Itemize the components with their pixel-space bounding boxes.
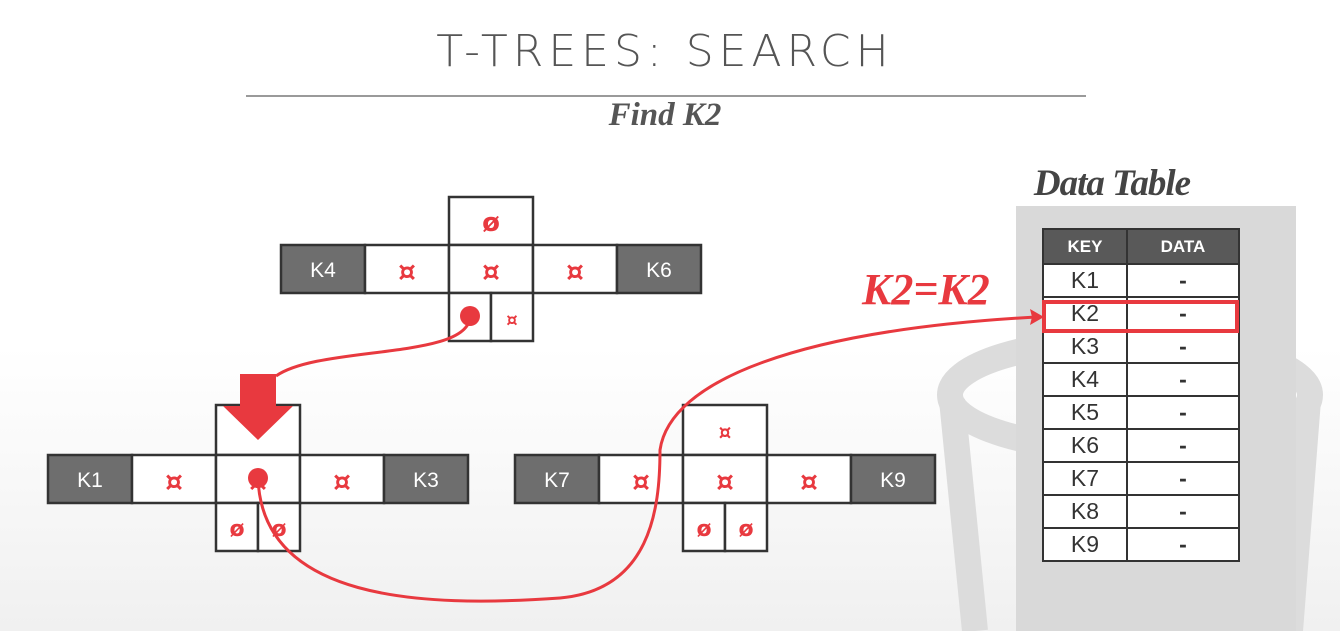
pointer-symbol: ¤ [482,255,500,288]
pointer-symbol: ¤ [165,465,183,498]
pointer-symbol: ¤ [333,465,351,498]
pointer-symbol: ¤ [632,465,650,498]
right-child-right-key: K9 [880,469,906,492]
t-tree-diagram: K4 K6 K1 K3 K7 K9 ø ¤ ¤ ¤ ¤ ¤ ¤ ¤ ø ø ¤ … [46,195,1044,603]
pointer-symbol: ¤ [566,255,584,288]
pointer-dot [248,468,268,488]
pointer-symbol: ¤ [716,465,734,498]
pointer-symbol: ¤ [800,465,818,498]
child-pointer-curve [275,315,472,378]
pointer-symbol: ¤ [398,255,416,288]
left-child-right-key: K3 [413,469,439,492]
right-child-left-key: K7 [544,469,570,492]
pointer-symbol: ¤ [719,420,732,444]
arrow-head-icon [1030,309,1044,325]
root-right-key: K6 [646,259,672,282]
null-symbol: ø [696,517,711,542]
null-symbol: ø [229,517,244,542]
root-left-key: K4 [310,259,336,282]
null-symbol: ø [738,517,753,542]
left-child-left-key: K1 [77,469,103,492]
pointer-symbol: ¤ [506,310,517,331]
null-symbol: ø [482,208,500,238]
pointer-dot [460,306,480,326]
